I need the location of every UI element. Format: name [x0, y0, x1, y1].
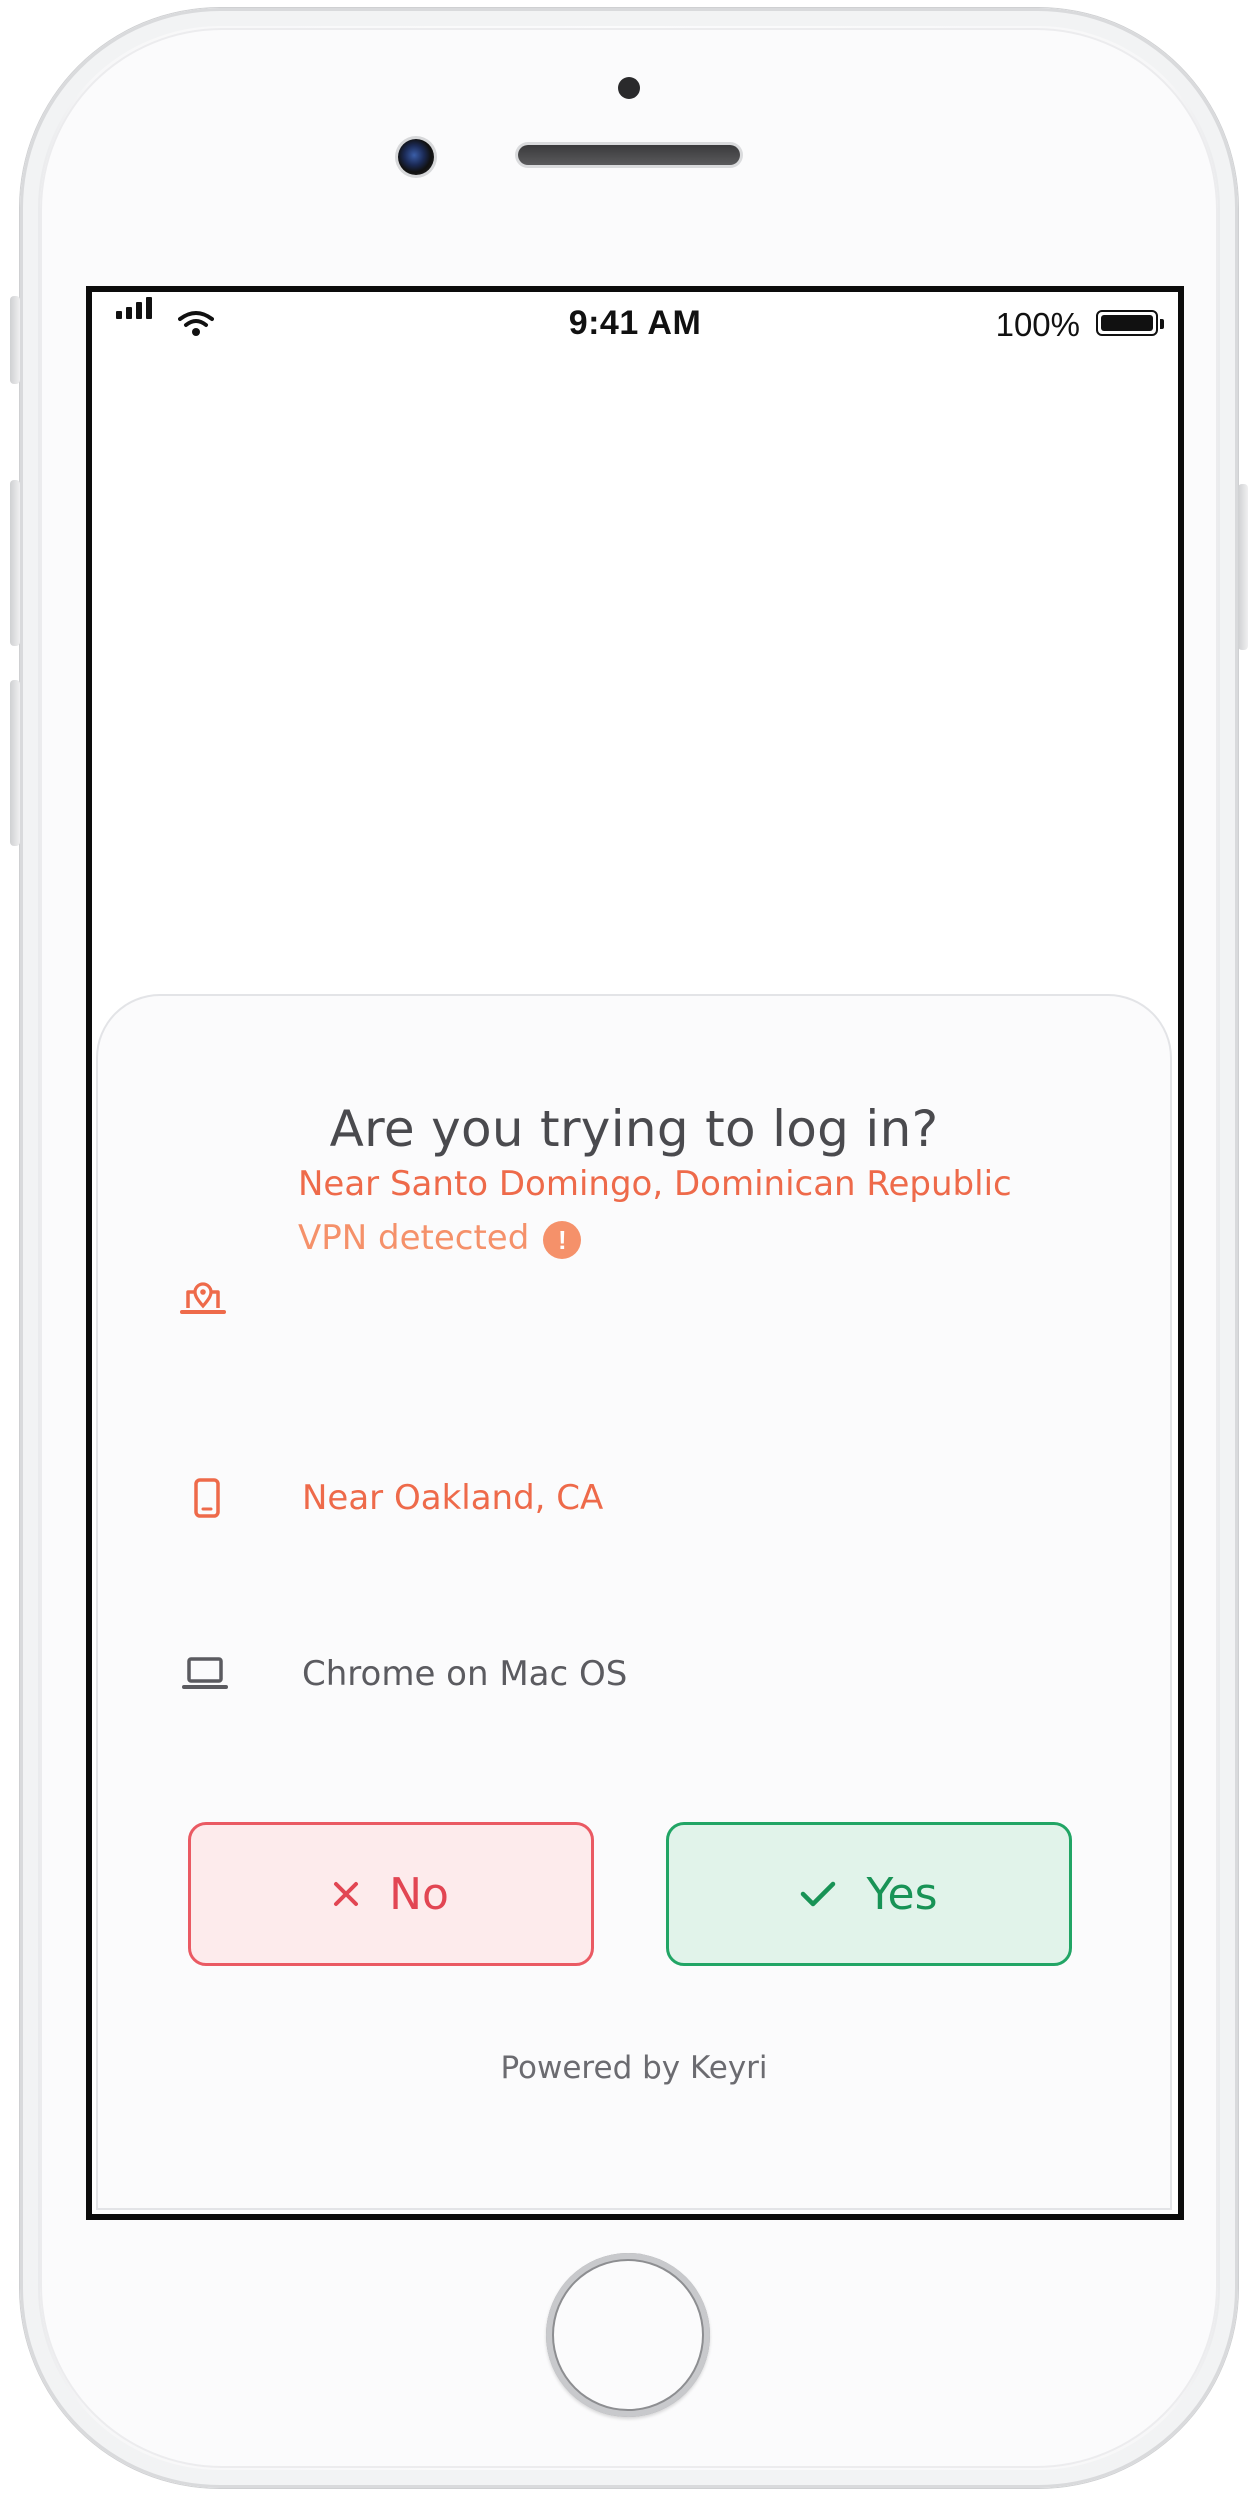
close-icon	[333, 1881, 359, 1907]
laptop-location-icon	[180, 1282, 226, 1314]
yes-button-label: Yes	[866, 1868, 938, 1920]
no-button-label: No	[389, 1868, 449, 1920]
phone-icon	[194, 1478, 220, 1518]
power-button	[1238, 484, 1248, 650]
login-location: Near Santo Domingo, Dominican Republic	[298, 1164, 1012, 1204]
checkmark-icon	[800, 1880, 836, 1908]
front-camera	[398, 139, 434, 175]
vpn-warning-label: VPN detected	[298, 1218, 530, 1258]
yes-button[interactable]: Yes	[666, 1822, 1072, 1966]
volume-up-button	[10, 480, 20, 646]
warning-icon: !	[543, 1220, 582, 1259]
earpiece-speaker	[518, 145, 740, 165]
status-bar: 9:41 AM 100%	[92, 292, 1178, 352]
device-location: Near Oakland, CA	[302, 1478, 604, 1518]
browser-info: Chrome on Mac OS	[302, 1654, 628, 1694]
battery-percentage: 100%	[995, 306, 1080, 343]
login-confirmation-sheet: Are you trying to log in? Near Santo Dom…	[98, 996, 1170, 2208]
no-button[interactable]: No	[188, 1822, 594, 1966]
battery-tip	[1160, 319, 1164, 329]
vpn-warning: VPN detected!	[298, 1218, 582, 1259]
laptop-icon	[182, 1657, 228, 1689]
battery-icon	[1096, 310, 1158, 336]
home-button[interactable]	[546, 2253, 710, 2417]
powered-by-footer: Powered by Keyri	[500, 2050, 768, 2086]
sheet-title: Are you trying to log in?	[329, 1100, 939, 1158]
volume-down-button	[10, 680, 20, 846]
phone-screen: 9:41 AM 100% Are you trying to log in? N…	[86, 286, 1184, 2220]
proximity-sensor	[618, 77, 640, 99]
silent-switch	[10, 296, 20, 384]
